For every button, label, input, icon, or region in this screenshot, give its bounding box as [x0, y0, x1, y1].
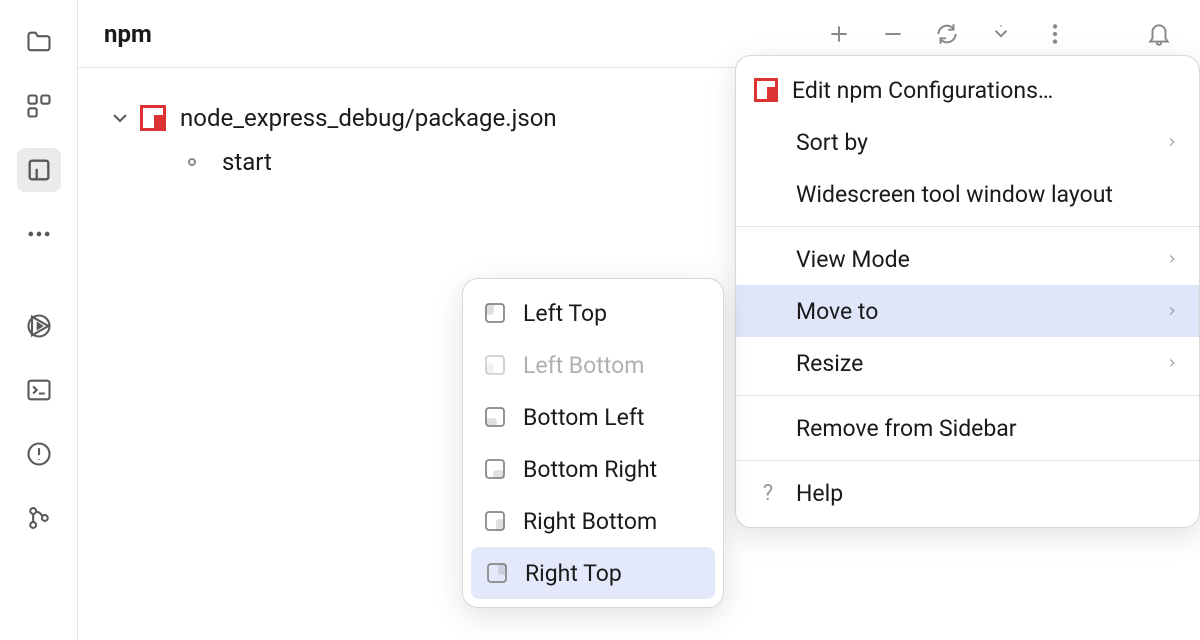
- menu-resize[interactable]: Resize: [736, 337, 1199, 389]
- left-tool-rail: [0, 0, 78, 640]
- expand-down-icon[interactable]: [984, 17, 1018, 51]
- help-icon: ?: [754, 479, 782, 507]
- tree-child-label: start: [222, 148, 272, 176]
- tool-window-options-menu: Edit npm Configurations… Sort by Widescr…: [735, 55, 1200, 528]
- menu-separator: [736, 395, 1199, 396]
- chevron-right-icon: [1165, 351, 1179, 376]
- tool-window-title: npm: [104, 20, 152, 48]
- submenu-left-bottom: Left Bottom: [463, 339, 723, 391]
- problems-icon[interactable]: [17, 432, 61, 476]
- script-bullet-icon: [188, 158, 196, 166]
- submenu-right-bottom[interactable]: Right Bottom: [463, 495, 723, 547]
- bottom-right-icon: [481, 455, 509, 483]
- submenu-right-top[interactable]: Right Top: [471, 547, 715, 599]
- menu-view-mode[interactable]: View Mode: [736, 233, 1199, 285]
- right-bottom-icon: [481, 507, 509, 535]
- structure-icon[interactable]: [17, 84, 61, 128]
- notifications-icon[interactable]: [1142, 17, 1176, 51]
- right-top-icon: [483, 559, 511, 587]
- submenu-bottom-left[interactable]: Bottom Left: [463, 391, 723, 443]
- chevron-right-icon: [1165, 299, 1179, 324]
- refresh-icon[interactable]: [930, 17, 964, 51]
- left-top-icon: [481, 299, 509, 327]
- terminal-icon[interactable]: [17, 368, 61, 412]
- menu-sort-by[interactable]: Sort by: [736, 116, 1199, 168]
- folder-icon[interactable]: [17, 20, 61, 64]
- npm-icon: [140, 105, 166, 131]
- menu-separator: [736, 226, 1199, 227]
- chevron-down-icon[interactable]: [108, 106, 132, 130]
- vcs-icon[interactable]: [17, 496, 61, 540]
- npm-icon: [754, 78, 778, 102]
- chevron-right-icon: [1165, 130, 1179, 155]
- menu-edit-configs[interactable]: Edit npm Configurations…: [736, 64, 1199, 116]
- add-icon[interactable]: [822, 17, 856, 51]
- menu-remove[interactable]: Remove from Sidebar: [736, 402, 1199, 454]
- submenu-bottom-right[interactable]: Bottom Right: [463, 443, 723, 495]
- chevron-right-icon: [1165, 247, 1179, 272]
- menu-help[interactable]: ? Help: [736, 467, 1199, 519]
- npm-tool-icon[interactable]: [17, 148, 61, 192]
- menu-separator: [736, 460, 1199, 461]
- run-icon[interactable]: [17, 304, 61, 348]
- bottom-left-icon: [481, 403, 509, 431]
- move-to-submenu: Left Top Left Bottom Bottom Left Bottom …: [462, 278, 724, 608]
- left-bottom-icon: [481, 351, 509, 379]
- menu-widescreen[interactable]: Widescreen tool window layout: [736, 168, 1199, 220]
- more-icon[interactable]: [17, 212, 61, 256]
- submenu-left-top[interactable]: Left Top: [463, 287, 723, 339]
- menu-move-to[interactable]: Move to: [736, 285, 1199, 337]
- kebab-icon[interactable]: [1038, 17, 1072, 51]
- collapse-icon[interactable]: [876, 17, 910, 51]
- tree-root-label: node_express_debug/package.json: [180, 104, 557, 132]
